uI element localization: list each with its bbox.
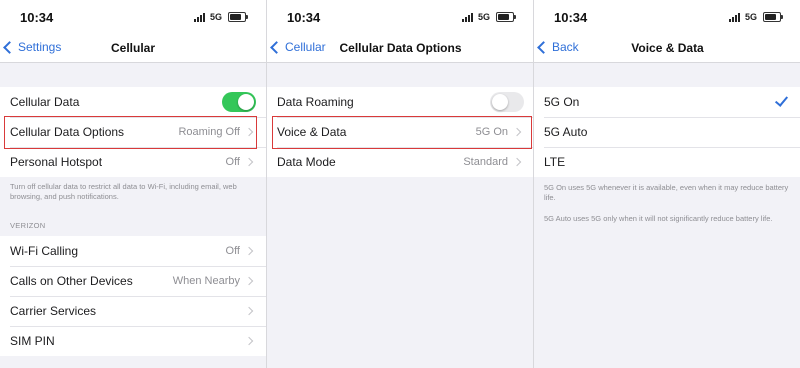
chevron-right-icon <box>244 336 254 346</box>
row-label: Calls on Other Devices <box>10 274 133 288</box>
carrier-group: Wi-Fi Calling Off Calls on Other Devices… <box>0 236 266 356</box>
network-options-group: 5G On 5G Auto LTE <box>534 87 800 177</box>
cellular-footnote: Turn off cellular data to restrict all d… <box>10 182 237 201</box>
cellular-data-row[interactable]: Cellular Data <box>0 87 266 117</box>
row-label: SIM PIN <box>10 334 55 348</box>
cellular-screen: 10:34 5G Settings Cellular Cellular Data… <box>0 0 266 368</box>
nav-bar: Back Voice & Data <box>534 36 800 63</box>
calls-other-devices-row[interactable]: Calls on Other Devices When Nearby <box>0 266 266 296</box>
option-lte[interactable]: LTE <box>534 147 800 177</box>
section-header: VERIZON <box>10 221 46 230</box>
screenshot-composite: 10:34 5G Settings Cellular Cellular Data… <box>0 0 800 368</box>
status-bar: 10:34 5G <box>267 0 534 36</box>
personal-hotspot-row[interactable]: Personal Hotspot Off <box>0 147 266 177</box>
row-value: Off <box>225 245 240 257</box>
option-label: 5G Auto <box>544 125 588 139</box>
battery-icon <box>496 12 516 22</box>
highlight-box <box>4 116 257 149</box>
wifi-calling-row[interactable]: Wi-Fi Calling Off <box>0 236 266 266</box>
signal-icon <box>193 12 205 22</box>
row-value: Off <box>225 156 240 168</box>
carrier-services-row[interactable]: Carrier Services <box>0 296 266 326</box>
page-title: Cellular <box>110 41 155 55</box>
status-indicators: 5G <box>461 12 516 22</box>
network-type: 5G <box>744 12 757 22</box>
data-mode-row[interactable]: Data Mode Standard <box>267 147 534 177</box>
cellular-data-toggle[interactable] <box>222 92 256 112</box>
option-5g-on[interactable]: 5G On <box>534 87 800 117</box>
option-5g-auto[interactable]: 5G Auto <box>534 117 800 147</box>
chevron-right-icon <box>244 246 254 256</box>
status-indicators: 5G <box>193 12 248 22</box>
signal-icon <box>461 12 473 22</box>
status-bar: 10:34 5G <box>0 0 266 36</box>
nav-bar: Settings Cellular <box>0 36 266 63</box>
5g-auto-footnote: 5G Auto uses 5G only when it will not si… <box>544 214 773 223</box>
chevron-right-icon <box>244 276 254 286</box>
highlight-box <box>272 116 532 149</box>
status-indicators: 5G <box>728 12 783 22</box>
cellular-data-options-screen: 10:34 5G Cellular Cellular Data Options … <box>266 0 534 368</box>
5g-on-footnote: 5G On uses 5G whenever it is available, … <box>544 183 789 202</box>
voice-data-screen: 10:34 5G Back Voice & Data 5G On 5G Auto… <box>533 0 800 368</box>
battery-icon <box>228 12 248 22</box>
row-value: Standard <box>463 156 508 168</box>
chevron-right-icon <box>512 157 522 167</box>
page-title: Cellular Data Options <box>339 41 462 55</box>
row-value: When Nearby <box>172 275 240 287</box>
chevron-right-icon <box>244 306 254 316</box>
option-label: 5G On <box>544 95 580 109</box>
page-title: Voice & Data <box>631 41 704 55</box>
sim-pin-row[interactable]: SIM PIN <box>0 326 266 356</box>
network-type: 5G <box>477 12 490 22</box>
signal-icon <box>728 12 740 22</box>
row-label: Wi-Fi Calling <box>10 244 79 258</box>
data-roaming-row[interactable]: Data Roaming <box>267 87 534 117</box>
network-type: 5G <box>209 12 222 22</box>
status-time: 10:34 <box>20 10 54 25</box>
nav-bar: Cellular Cellular Data Options <box>267 36 534 63</box>
row-label: Carrier Services <box>10 304 97 318</box>
data-roaming-toggle[interactable] <box>490 92 524 112</box>
option-label: LTE <box>544 155 566 169</box>
battery-icon <box>763 12 783 22</box>
status-bar: 10:34 5G <box>534 0 800 36</box>
row-label: Data Roaming <box>277 95 354 109</box>
status-time: 10:34 <box>554 10 588 25</box>
row-label: Personal Hotspot <box>10 155 103 169</box>
row-label: Cellular Data <box>10 95 80 109</box>
chevron-right-icon <box>244 157 254 167</box>
status-time: 10:34 <box>287 10 321 25</box>
row-label: Data Mode <box>277 155 336 169</box>
